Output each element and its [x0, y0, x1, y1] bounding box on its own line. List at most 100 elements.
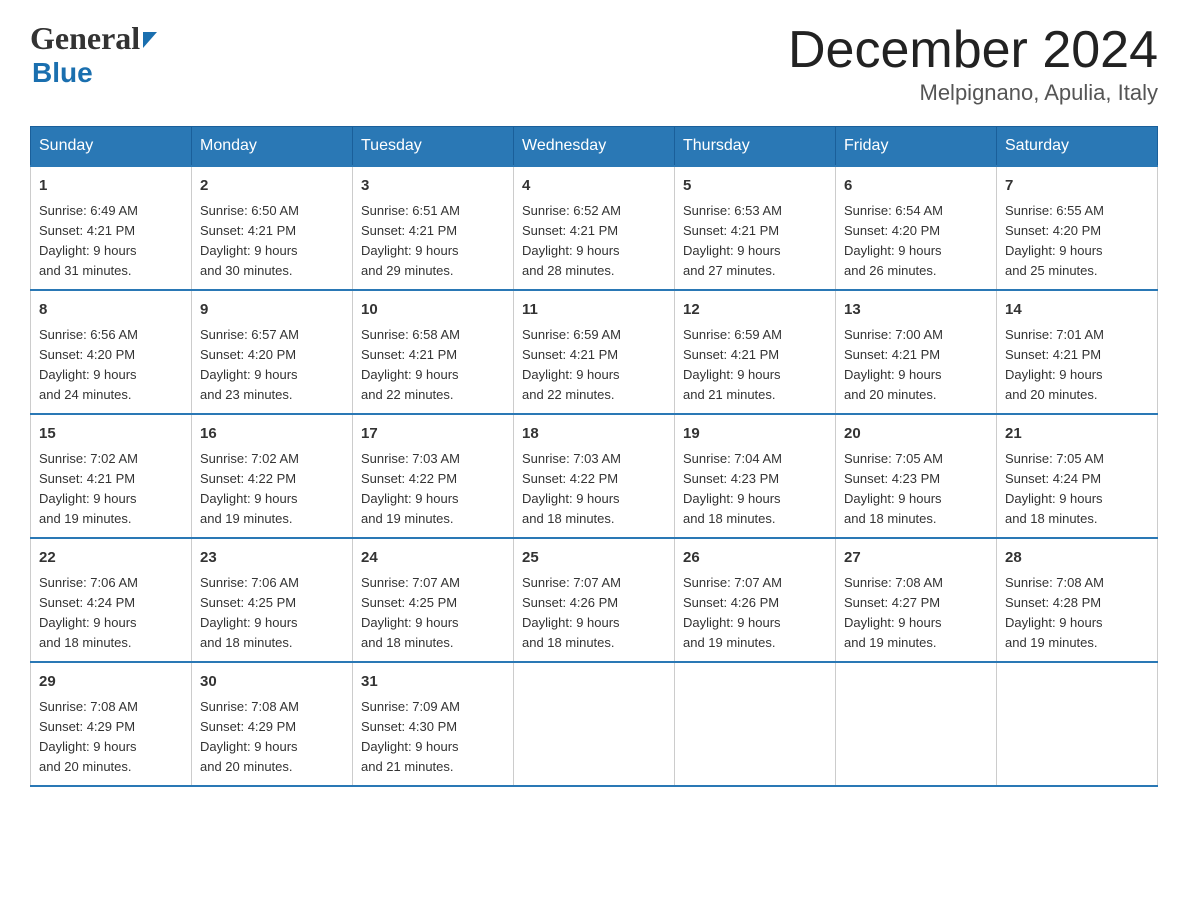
- calendar-day-cell: 28 Sunrise: 7:08 AMSunset: 4:28 PMDaylig…: [997, 538, 1158, 662]
- calendar-day-cell: 10 Sunrise: 6:58 AMSunset: 4:21 PMDaylig…: [353, 290, 514, 414]
- calendar-day-cell: 27 Sunrise: 7:08 AMSunset: 4:27 PMDaylig…: [836, 538, 997, 662]
- day-number: 6: [844, 175, 988, 198]
- calendar-day-cell: 25 Sunrise: 7:07 AMSunset: 4:26 PMDaylig…: [514, 538, 675, 662]
- calendar-day-cell: 20 Sunrise: 7:05 AMSunset: 4:23 PMDaylig…: [836, 414, 997, 538]
- day-number: 29: [39, 671, 183, 694]
- day-number: 28: [1005, 547, 1149, 570]
- calendar-day-cell: 8 Sunrise: 6:56 AMSunset: 4:20 PMDayligh…: [31, 290, 192, 414]
- day-of-week-header: Tuesday: [353, 127, 514, 167]
- calendar-day-cell: 31 Sunrise: 7:09 AMSunset: 4:30 PMDaylig…: [353, 662, 514, 786]
- day-info: Sunrise: 7:07 AMSunset: 4:26 PMDaylight:…: [522, 575, 621, 650]
- day-number: 1: [39, 175, 183, 198]
- calendar-day-cell: 14 Sunrise: 7:01 AMSunset: 4:21 PMDaylig…: [997, 290, 1158, 414]
- logo-blue-text: Blue: [32, 57, 93, 88]
- day-number: 17: [361, 423, 505, 446]
- logo: General Blue: [30, 20, 157, 89]
- calendar-title-block: December 2024 Melpignano, Apulia, Italy: [788, 20, 1158, 106]
- day-info: Sunrise: 7:02 AMSunset: 4:21 PMDaylight:…: [39, 451, 138, 526]
- day-info: Sunrise: 6:59 AMSunset: 4:21 PMDaylight:…: [683, 327, 782, 402]
- calendar-week-row: 22 Sunrise: 7:06 AMSunset: 4:24 PMDaylig…: [31, 538, 1158, 662]
- day-info: Sunrise: 7:06 AMSunset: 4:24 PMDaylight:…: [39, 575, 138, 650]
- day-of-week-header: Monday: [192, 127, 353, 167]
- day-info: Sunrise: 7:09 AMSunset: 4:30 PMDaylight:…: [361, 699, 460, 774]
- calendar-week-row: 29 Sunrise: 7:08 AMSunset: 4:29 PMDaylig…: [31, 662, 1158, 786]
- day-number: 27: [844, 547, 988, 570]
- calendar-day-cell: 2 Sunrise: 6:50 AMSunset: 4:21 PMDayligh…: [192, 166, 353, 290]
- day-info: Sunrise: 6:53 AMSunset: 4:21 PMDaylight:…: [683, 203, 782, 278]
- day-number: 10: [361, 299, 505, 322]
- day-info: Sunrise: 7:08 AMSunset: 4:29 PMDaylight:…: [200, 699, 299, 774]
- calendar-subtitle: Melpignano, Apulia, Italy: [788, 80, 1158, 106]
- day-info: Sunrise: 7:03 AMSunset: 4:22 PMDaylight:…: [522, 451, 621, 526]
- day-number: 20: [844, 423, 988, 446]
- calendar-day-cell: 11 Sunrise: 6:59 AMSunset: 4:21 PMDaylig…: [514, 290, 675, 414]
- day-of-week-header: Saturday: [997, 127, 1158, 167]
- calendar-day-cell: [997, 662, 1158, 786]
- calendar-day-cell: 12 Sunrise: 6:59 AMSunset: 4:21 PMDaylig…: [675, 290, 836, 414]
- day-info: Sunrise: 7:06 AMSunset: 4:25 PMDaylight:…: [200, 575, 299, 650]
- day-info: Sunrise: 7:01 AMSunset: 4:21 PMDaylight:…: [1005, 327, 1104, 402]
- calendar-header-row: SundayMondayTuesdayWednesdayThursdayFrid…: [31, 127, 1158, 167]
- calendar-day-cell: 24 Sunrise: 7:07 AMSunset: 4:25 PMDaylig…: [353, 538, 514, 662]
- calendar-day-cell: 22 Sunrise: 7:06 AMSunset: 4:24 PMDaylig…: [31, 538, 192, 662]
- day-number: 14: [1005, 299, 1149, 322]
- day-number: 12: [683, 299, 827, 322]
- calendar-day-cell: 21 Sunrise: 7:05 AMSunset: 4:24 PMDaylig…: [997, 414, 1158, 538]
- day-info: Sunrise: 7:08 AMSunset: 4:28 PMDaylight:…: [1005, 575, 1104, 650]
- day-info: Sunrise: 7:05 AMSunset: 4:24 PMDaylight:…: [1005, 451, 1104, 526]
- logo-arrow-icon: [143, 32, 157, 48]
- calendar-day-cell: 1 Sunrise: 6:49 AMSunset: 4:21 PMDayligh…: [31, 166, 192, 290]
- calendar-title: December 2024: [788, 20, 1158, 80]
- calendar-day-cell: [514, 662, 675, 786]
- calendar-day-cell: 5 Sunrise: 6:53 AMSunset: 4:21 PMDayligh…: [675, 166, 836, 290]
- day-info: Sunrise: 6:50 AMSunset: 4:21 PMDaylight:…: [200, 203, 299, 278]
- calendar-day-cell: 6 Sunrise: 6:54 AMSunset: 4:20 PMDayligh…: [836, 166, 997, 290]
- day-number: 31: [361, 671, 505, 694]
- day-info: Sunrise: 6:57 AMSunset: 4:20 PMDaylight:…: [200, 327, 299, 402]
- day-info: Sunrise: 6:49 AMSunset: 4:21 PMDaylight:…: [39, 203, 138, 278]
- calendar-day-cell: 29 Sunrise: 7:08 AMSunset: 4:29 PMDaylig…: [31, 662, 192, 786]
- calendar-day-cell: 23 Sunrise: 7:06 AMSunset: 4:25 PMDaylig…: [192, 538, 353, 662]
- day-number: 25: [522, 547, 666, 570]
- day-info: Sunrise: 6:54 AMSunset: 4:20 PMDaylight:…: [844, 203, 943, 278]
- calendar-day-cell: 4 Sunrise: 6:52 AMSunset: 4:21 PMDayligh…: [514, 166, 675, 290]
- day-info: Sunrise: 6:51 AMSunset: 4:21 PMDaylight:…: [361, 203, 460, 278]
- day-number: 3: [361, 175, 505, 198]
- day-of-week-header: Thursday: [675, 127, 836, 167]
- calendar-day-cell: 15 Sunrise: 7:02 AMSunset: 4:21 PMDaylig…: [31, 414, 192, 538]
- day-number: 19: [683, 423, 827, 446]
- calendar-day-cell: [675, 662, 836, 786]
- day-number: 13: [844, 299, 988, 322]
- calendar-day-cell: 26 Sunrise: 7:07 AMSunset: 4:26 PMDaylig…: [675, 538, 836, 662]
- day-number: 23: [200, 547, 344, 570]
- calendar-day-cell: 19 Sunrise: 7:04 AMSunset: 4:23 PMDaylig…: [675, 414, 836, 538]
- calendar-day-cell: 16 Sunrise: 7:02 AMSunset: 4:22 PMDaylig…: [192, 414, 353, 538]
- logo-general-text: General: [30, 20, 140, 57]
- day-number: 24: [361, 547, 505, 570]
- day-info: Sunrise: 6:58 AMSunset: 4:21 PMDaylight:…: [361, 327, 460, 402]
- day-of-week-header: Friday: [836, 127, 997, 167]
- calendar-day-cell: 30 Sunrise: 7:08 AMSunset: 4:29 PMDaylig…: [192, 662, 353, 786]
- day-number: 30: [200, 671, 344, 694]
- calendar-table: SundayMondayTuesdayWednesdayThursdayFrid…: [30, 126, 1158, 787]
- calendar-day-cell: [836, 662, 997, 786]
- day-info: Sunrise: 6:59 AMSunset: 4:21 PMDaylight:…: [522, 327, 621, 402]
- day-of-week-header: Wednesday: [514, 127, 675, 167]
- day-info: Sunrise: 7:05 AMSunset: 4:23 PMDaylight:…: [844, 451, 943, 526]
- day-info: Sunrise: 7:08 AMSunset: 4:29 PMDaylight:…: [39, 699, 138, 774]
- calendar-day-cell: 9 Sunrise: 6:57 AMSunset: 4:20 PMDayligh…: [192, 290, 353, 414]
- calendar-day-cell: 18 Sunrise: 7:03 AMSunset: 4:22 PMDaylig…: [514, 414, 675, 538]
- day-number: 16: [200, 423, 344, 446]
- day-number: 5: [683, 175, 827, 198]
- calendar-day-cell: 17 Sunrise: 7:03 AMSunset: 4:22 PMDaylig…: [353, 414, 514, 538]
- day-info: Sunrise: 6:52 AMSunset: 4:21 PMDaylight:…: [522, 203, 621, 278]
- calendar-week-row: 8 Sunrise: 6:56 AMSunset: 4:20 PMDayligh…: [31, 290, 1158, 414]
- day-info: Sunrise: 6:55 AMSunset: 4:20 PMDaylight:…: [1005, 203, 1104, 278]
- day-info: Sunrise: 7:07 AMSunset: 4:26 PMDaylight:…: [683, 575, 782, 650]
- day-info: Sunrise: 7:00 AMSunset: 4:21 PMDaylight:…: [844, 327, 943, 402]
- day-info: Sunrise: 7:03 AMSunset: 4:22 PMDaylight:…: [361, 451, 460, 526]
- calendar-day-cell: 3 Sunrise: 6:51 AMSunset: 4:21 PMDayligh…: [353, 166, 514, 290]
- day-number: 9: [200, 299, 344, 322]
- day-of-week-header: Sunday: [31, 127, 192, 167]
- day-number: 11: [522, 299, 666, 322]
